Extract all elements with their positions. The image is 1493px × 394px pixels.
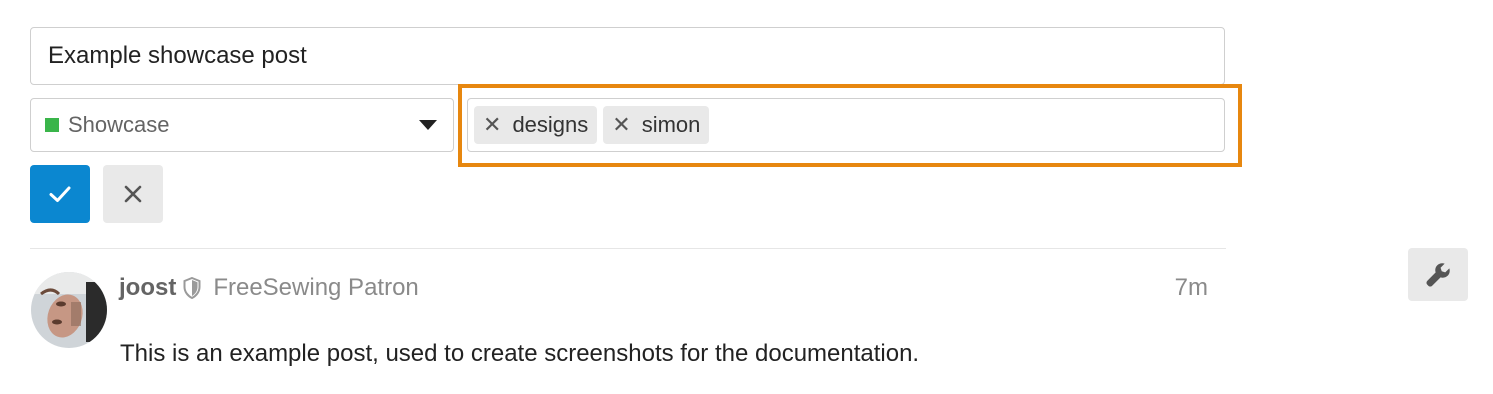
divider — [30, 248, 1226, 249]
remove-tag-icon[interactable]: ✕ — [612, 114, 630, 136]
check-icon — [49, 186, 71, 202]
post-timestamp[interactable]: 7m — [1150, 272, 1208, 304]
remove-tag-icon[interactable]: ✕ — [483, 114, 501, 136]
post-user-title: FreeSewing Patron — [213, 274, 419, 301]
save-edit-button[interactable] — [30, 165, 90, 223]
wrench-icon — [1426, 262, 1450, 287]
cancel-edit-button[interactable] — [103, 165, 163, 223]
topic-title-input[interactable] — [30, 27, 1225, 85]
tag-chip-designs[interactable]: ✕ designs — [474, 106, 598, 144]
tag-chooser[interactable]: ✕ designs ✕ simon — [467, 98, 1225, 152]
post-body-text: This is an example post, used to create … — [120, 340, 920, 367]
tag-chip-label: simon — [641, 112, 701, 137]
x-icon — [124, 185, 142, 203]
tag-chip-label: designs — [512, 112, 589, 137]
avatar[interactable] — [31, 272, 107, 348]
post-username[interactable]: joost — [119, 274, 176, 302]
category-dropdown-label: Showcase — [68, 112, 170, 137]
topic-page: Showcase ✕ designs ✕ simon — [0, 0, 1493, 394]
tag-chip-simon[interactable]: ✕ simon — [603, 106, 710, 144]
admin-wrench-button[interactable] — [1408, 248, 1468, 301]
shield-icon — [183, 277, 201, 299]
post-header: joost FreeSewing Patron — [119, 272, 419, 304]
caret-down-icon — [419, 120, 437, 130]
category-color-swatch — [45, 118, 59, 132]
category-dropdown[interactable]: Showcase — [30, 98, 454, 152]
avatar-image — [31, 272, 107, 348]
